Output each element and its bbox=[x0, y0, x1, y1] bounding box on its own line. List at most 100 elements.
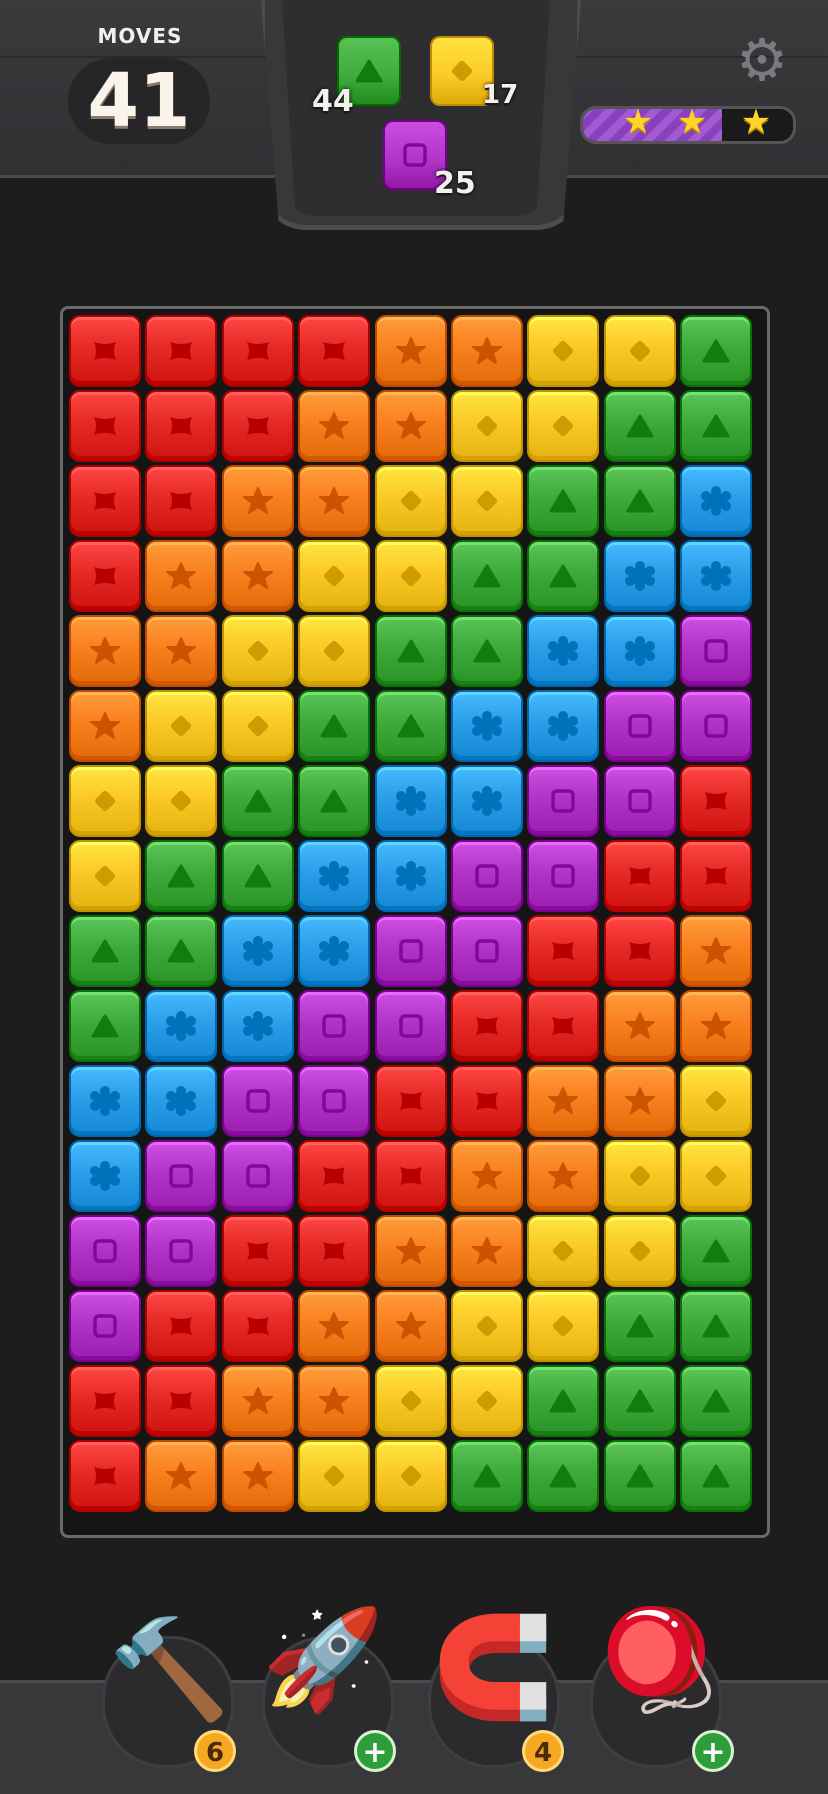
green-triangle-block-tile[interactable] bbox=[603, 1365, 676, 1437]
blue-flower-block-tile[interactable] bbox=[145, 1065, 218, 1137]
green-triangle-block-tile[interactable] bbox=[680, 1215, 753, 1287]
gear-icon[interactable]: ⚙ bbox=[732, 30, 792, 90]
purple-square-block-tile[interactable] bbox=[680, 615, 753, 687]
orange-star-block-tile[interactable] bbox=[680, 990, 753, 1062]
orange-star-block-tile[interactable] bbox=[298, 1365, 371, 1437]
rocket-icon[interactable]: 🚀 bbox=[262, 1600, 384, 1720]
yellow-diamond-block-tile[interactable] bbox=[603, 1215, 676, 1287]
orange-star-block-tile[interactable] bbox=[527, 1065, 600, 1137]
red-x-block-tile[interactable] bbox=[69, 540, 141, 612]
purple-square-block-tile[interactable] bbox=[69, 1290, 141, 1362]
red-x-block-tile[interactable] bbox=[374, 1140, 447, 1212]
green-triangle-block-tile[interactable] bbox=[527, 540, 600, 612]
yellow-diamond-block-tile[interactable] bbox=[298, 615, 371, 687]
yellow-diamond-block-tile[interactable] bbox=[451, 390, 523, 462]
purple-square-block-tile[interactable] bbox=[69, 1215, 141, 1287]
orange-star-block-tile[interactable] bbox=[145, 540, 218, 612]
green-triangle-block-tile[interactable] bbox=[527, 1365, 600, 1437]
green-triangle-block-tile[interactable] bbox=[221, 765, 294, 837]
blue-flower-block-tile[interactable] bbox=[298, 915, 371, 987]
purple-square-block-tile[interactable] bbox=[298, 990, 371, 1062]
green-triangle-block-tile[interactable] bbox=[680, 1440, 753, 1512]
red-x-block-tile[interactable] bbox=[527, 990, 600, 1062]
red-x-block-tile[interactable] bbox=[69, 1365, 141, 1437]
yellow-diamond-block-tile[interactable] bbox=[298, 1440, 371, 1512]
red-x-block-tile[interactable] bbox=[221, 1290, 294, 1362]
red-x-block-tile[interactable] bbox=[221, 315, 294, 387]
yellow-diamond-block-tile[interactable] bbox=[145, 690, 218, 762]
blue-flower-block-tile[interactable] bbox=[374, 840, 447, 912]
orange-star-block-tile[interactable] bbox=[603, 1065, 676, 1137]
orange-star-block-tile[interactable] bbox=[374, 390, 447, 462]
red-x-block-tile[interactable] bbox=[145, 390, 218, 462]
blue-flower-block-tile[interactable] bbox=[680, 540, 753, 612]
purple-square-block-tile[interactable] bbox=[603, 765, 676, 837]
yellow-diamond-block-tile[interactable] bbox=[680, 1140, 753, 1212]
yellow-diamond-block-tile[interactable] bbox=[527, 1215, 600, 1287]
purple-square-block-tile[interactable] bbox=[680, 690, 753, 762]
yoyo-icon[interactable]: 🪀 bbox=[596, 1600, 718, 1720]
yellow-diamond-block-tile[interactable] bbox=[69, 765, 141, 837]
blue-flower-block-tile[interactable] bbox=[451, 690, 523, 762]
orange-star-block-tile[interactable] bbox=[603, 990, 676, 1062]
green-triangle-block-tile[interactable] bbox=[527, 465, 600, 537]
purple-square-block-tile[interactable] bbox=[527, 765, 600, 837]
blue-flower-block-tile[interactable] bbox=[451, 765, 523, 837]
purple-square-block-tile[interactable] bbox=[298, 1065, 371, 1137]
yellow-diamond-block-tile[interactable] bbox=[69, 840, 141, 912]
yellow-diamond-block-tile[interactable] bbox=[221, 690, 294, 762]
orange-star-block-tile[interactable] bbox=[298, 465, 371, 537]
red-x-block-tile[interactable] bbox=[603, 915, 676, 987]
red-x-block-tile[interactable] bbox=[145, 315, 218, 387]
red-x-block-tile[interactable] bbox=[527, 915, 600, 987]
green-triangle-block-tile[interactable] bbox=[527, 1440, 600, 1512]
orange-star-block-tile[interactable] bbox=[69, 690, 141, 762]
orange-star-block-tile[interactable] bbox=[69, 615, 141, 687]
blue-flower-block-tile[interactable] bbox=[527, 615, 600, 687]
red-x-block-tile[interactable] bbox=[69, 315, 141, 387]
red-x-block-tile[interactable] bbox=[69, 465, 141, 537]
green-triangle-block-tile[interactable] bbox=[145, 915, 218, 987]
green-triangle-block-tile[interactable] bbox=[451, 1440, 523, 1512]
orange-star-block-tile[interactable] bbox=[451, 1215, 523, 1287]
blue-flower-block-tile[interactable] bbox=[221, 915, 294, 987]
green-triangle-block-tile[interactable] bbox=[145, 840, 218, 912]
yellow-diamond-block-tile[interactable] bbox=[527, 315, 600, 387]
yellow-diamond-block-tile[interactable] bbox=[374, 540, 447, 612]
green-triangle-block-tile[interactable] bbox=[374, 690, 447, 762]
green-triangle-block-tile[interactable] bbox=[603, 1440, 676, 1512]
green-triangle-block-tile[interactable] bbox=[374, 615, 447, 687]
blue-flower-block-tile[interactable] bbox=[374, 765, 447, 837]
red-x-block-tile[interactable] bbox=[374, 1065, 447, 1137]
red-x-block-tile[interactable] bbox=[680, 840, 753, 912]
purple-square-block-tile[interactable] bbox=[221, 1065, 294, 1137]
blue-flower-block-tile[interactable] bbox=[69, 1140, 141, 1212]
red-x-block-tile[interactable] bbox=[680, 765, 753, 837]
orange-star-block-tile[interactable] bbox=[298, 1290, 371, 1362]
green-triangle-block-tile[interactable] bbox=[680, 315, 753, 387]
orange-star-block-tile[interactable] bbox=[680, 915, 753, 987]
yellow-diamond-block-tile[interactable] bbox=[145, 765, 218, 837]
green-triangle-block-tile[interactable] bbox=[603, 465, 676, 537]
green-triangle-block-tile[interactable] bbox=[680, 1290, 753, 1362]
red-x-block-tile[interactable] bbox=[603, 840, 676, 912]
purple-square-block-tile[interactable] bbox=[527, 840, 600, 912]
blue-flower-block-tile[interactable] bbox=[603, 540, 676, 612]
yoyo-add-button[interactable]: + bbox=[692, 1730, 734, 1772]
yellow-diamond-block-tile[interactable] bbox=[451, 465, 523, 537]
rocket-add-button[interactable]: + bbox=[354, 1730, 396, 1772]
orange-star-block-tile[interactable] bbox=[527, 1140, 600, 1212]
yellow-diamond-block-tile[interactable] bbox=[221, 615, 294, 687]
orange-star-block-tile[interactable] bbox=[374, 315, 447, 387]
red-x-block-tile[interactable] bbox=[145, 1365, 218, 1437]
yellow-diamond-block-tile[interactable] bbox=[451, 1290, 523, 1362]
red-x-block-tile[interactable] bbox=[298, 315, 371, 387]
blue-flower-block-tile[interactable] bbox=[527, 690, 600, 762]
orange-star-block-tile[interactable] bbox=[451, 1140, 523, 1212]
blue-flower-block-tile[interactable] bbox=[221, 990, 294, 1062]
yellow-diamond-block-tile[interactable] bbox=[374, 1365, 447, 1437]
orange-star-block-tile[interactable] bbox=[221, 1365, 294, 1437]
purple-square-block-tile[interactable] bbox=[374, 915, 447, 987]
orange-star-block-tile[interactable] bbox=[374, 1290, 447, 1362]
green-triangle-block-tile[interactable] bbox=[603, 390, 676, 462]
